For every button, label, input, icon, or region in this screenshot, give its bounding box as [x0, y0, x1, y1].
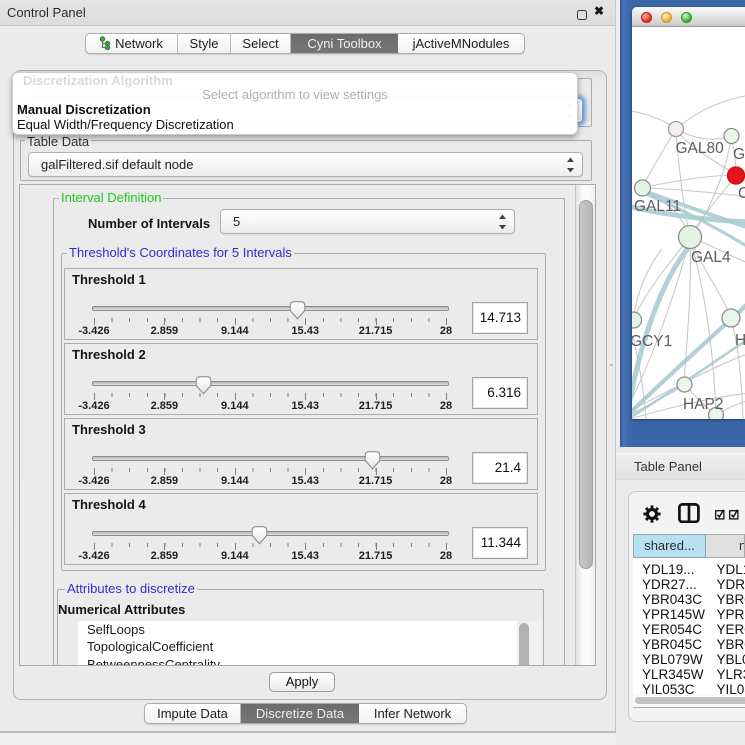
- svg-text:GAL11: GAL11: [634, 198, 681, 215]
- svg-text:H: H: [735, 332, 745, 349]
- svg-text:GA: GA: [733, 146, 745, 163]
- svg-text:C: C: [738, 185, 745, 202]
- svg-text:GAL80: GAL80: [676, 140, 725, 157]
- svg-text:GAL4: GAL4: [691, 249, 731, 266]
- svg-text:HAP2: HAP2: [683, 396, 724, 413]
- svg-text:GCY1: GCY1: [632, 333, 672, 350]
